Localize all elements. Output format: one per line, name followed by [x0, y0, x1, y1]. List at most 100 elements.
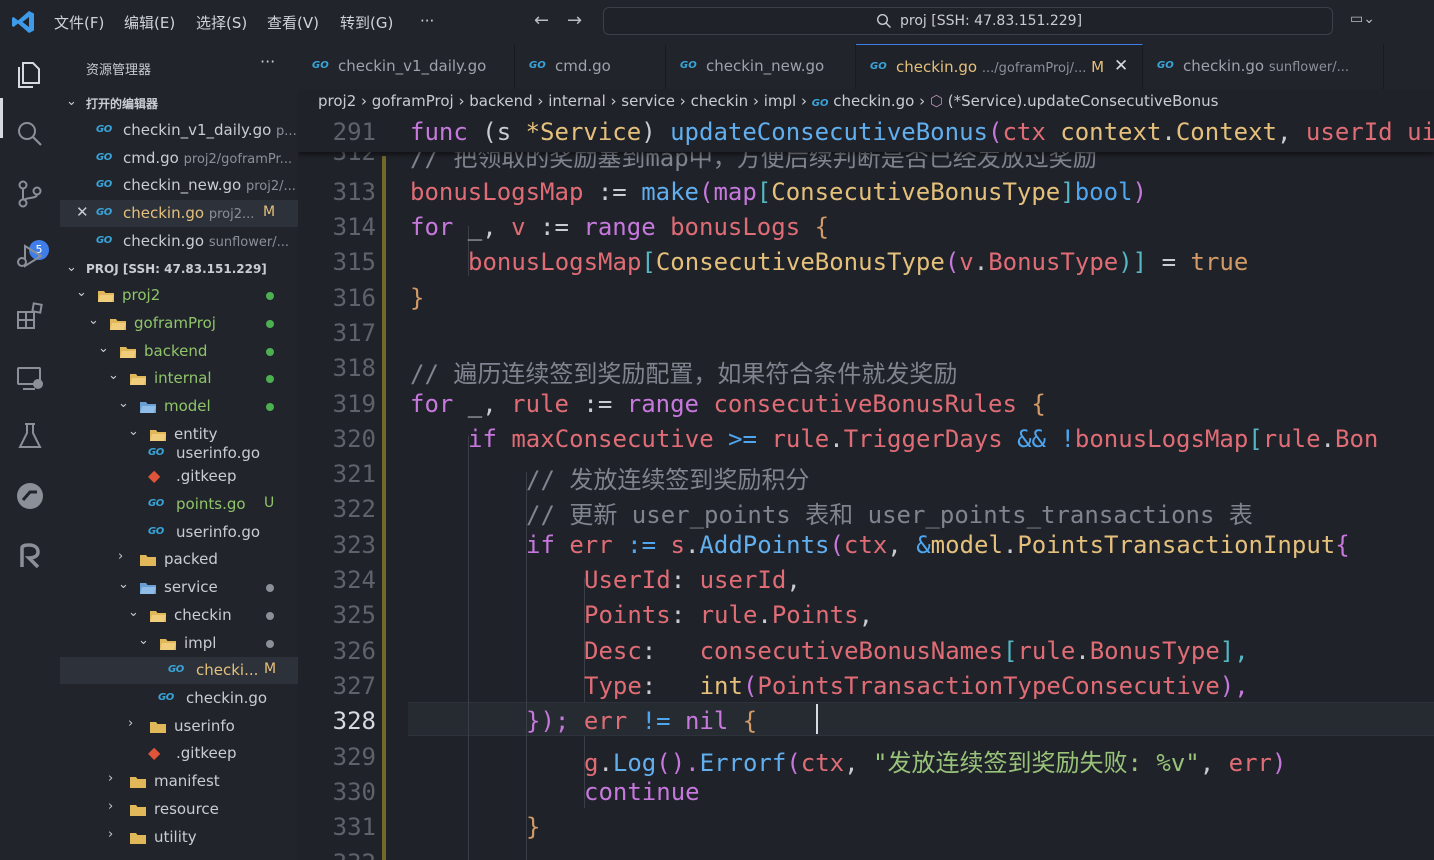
tree-item[interactable]: GO checki... M: [60, 657, 298, 684]
tree-item[interactable]: ⌄ goframProj: [60, 310, 298, 337]
tree-item-label: model: [164, 397, 211, 415]
gitlens-icon[interactable]: [14, 480, 46, 512]
code-line: Type: int(PointsTransactionTypeConsecuti…: [584, 672, 1249, 700]
breadcrumb-item[interactable]: service: [621, 92, 675, 110]
tree-item[interactable]: GO userinfo.go: [60, 519, 298, 546]
open-editor-item[interactable]: GO checkin_new.go proj2/...: [60, 172, 298, 199]
tab-checkin-new[interactable]: GO checkin_new.go: [666, 44, 856, 89]
extensions-icon[interactable]: [14, 300, 46, 332]
tree-item[interactable]: ⌄ proj2: [60, 282, 298, 309]
code-line: if err := s.AddPoints(ctx, &model.Points…: [526, 531, 1350, 559]
tree-item[interactable]: › utility: [60, 824, 298, 851]
sidebar-more-button[interactable]: ···: [260, 52, 275, 71]
breadcrumb-item[interactable]: backend: [469, 92, 532, 110]
open-editors-header[interactable]: 打开的编辑器: [86, 95, 158, 112]
tree-item[interactable]: ⌄ checkin: [60, 602, 298, 629]
menu-edit[interactable]: 编辑(E): [124, 12, 175, 33]
close-tab-icon[interactable]: ✕: [1114, 56, 1128, 76]
breadcrumb-item[interactable]: (*Service).updateConsecutiveBonus: [948, 92, 1219, 110]
tab-checkin-active[interactable]: GO checkin.go .../goframProj/... M ✕: [856, 44, 1143, 90]
tree-item[interactable]: GO points.go U: [60, 491, 298, 518]
code-editor[interactable]: 312// 把领取的奖励塞到map中，方便后续判断是否已经发放过奖励 313 bon…: [298, 116, 1434, 860]
search-view-icon[interactable]: [14, 118, 46, 150]
open-editor-item-active[interactable]: ✕ GO checkin.go proj2... M: [60, 200, 298, 227]
project-header[interactable]: PROJ [SSH: 47.83.151.229]: [86, 262, 267, 276]
chevron-right-icon[interactable]: ›: [108, 799, 113, 814]
chevron-down-icon[interactable]: ⌄: [108, 368, 119, 383]
tree-item[interactable]: ◆ .gitkeep: [60, 463, 298, 490]
sticky-scroll-header[interactable]: 291 func (s *Service) updateConsecutiveB…: [298, 116, 1434, 152]
tree-item-label: manifest: [154, 772, 220, 790]
tab-checkin-v1-daily[interactable]: GO checkin_v1_daily.go: [298, 44, 515, 89]
tree-item[interactable]: › resource: [60, 796, 298, 823]
menu-go[interactable]: 转到(G): [340, 12, 393, 33]
menu-file[interactable]: 文件(F): [54, 12, 104, 33]
tree-item[interactable]: ⌄ impl: [60, 630, 298, 657]
remote-explorer-icon[interactable]: [14, 362, 46, 394]
code-line: Desc: consecutiveBonusNames[rule.BonusTy…: [584, 637, 1249, 665]
git-status-dot: [266, 612, 274, 620]
tree-item-label: checki...: [196, 661, 259, 679]
git-status-dot: [266, 292, 274, 300]
chevron-right-icon[interactable]: ›: [128, 716, 133, 731]
source-control-icon[interactable]: [14, 178, 46, 210]
open-editor-name: checkin.go: [123, 232, 205, 250]
breadcrumb-item[interactable]: proj2: [318, 92, 356, 110]
command-center-search[interactable]: proj [SSH: 47.83.151.229]: [603, 7, 1333, 35]
chevron-down-icon[interactable]: ⌄: [118, 577, 129, 592]
extension-r-icon[interactable]: [14, 540, 46, 572]
chevron-right-icon[interactable]: ›: [108, 827, 113, 842]
tree-item[interactable]: ⌄ internal: [60, 365, 298, 392]
line-number: 326: [332, 637, 376, 665]
menu-selection[interactable]: 选择(S): [196, 12, 247, 33]
tab-checkin-sunflower[interactable]: GO checkin.go sunflower/...: [1143, 44, 1384, 89]
forward-arrow-icon[interactable]: →: [567, 10, 582, 31]
breadcrumb-item[interactable]: internal: [548, 92, 606, 110]
chevron-down-icon[interactable]: ⌄: [128, 424, 139, 439]
open-editor-item[interactable]: GO checkin.go sunflower/...: [60, 228, 298, 255]
breadcrumb-item[interactable]: impl: [764, 92, 796, 110]
text-cursor: [816, 704, 818, 734]
chevron-down-icon[interactable]: ⌄: [138, 633, 149, 648]
open-editor-item[interactable]: GO cmd.go proj2/goframPr...: [60, 145, 298, 172]
back-arrow-icon[interactable]: ←: [534, 10, 549, 31]
chevron-right-icon[interactable]: ›: [108, 771, 113, 786]
open-editor-name: checkin.go: [123, 204, 205, 222]
tree-item-label: backend: [144, 342, 208, 360]
chevron-down-icon[interactable]: ⌄: [66, 94, 77, 109]
go-file-icon: GO: [870, 61, 887, 72]
run-debug-icon[interactable]: [14, 240, 46, 272]
chevron-down-icon[interactable]: ⌄: [98, 341, 109, 356]
copilot-chat-icon[interactable]: ▭⌄: [1350, 11, 1388, 33]
chevron-down-icon[interactable]: ⌄: [128, 605, 139, 620]
chevron-right-icon[interactable]: ›: [118, 549, 123, 564]
tree-item[interactable]: GO checkin.go: [60, 685, 298, 712]
tree-item[interactable]: › userinfo: [60, 713, 298, 740]
line-number: 332: [298, 849, 376, 860]
chevron-down-icon[interactable]: ⌄: [88, 313, 99, 328]
close-icon[interactable]: ✕: [76, 203, 89, 221]
open-editor-item[interactable]: GO checkin_v1_daily.go p...: [60, 117, 298, 144]
tree-item[interactable]: ⌄ model: [60, 393, 298, 420]
menu-more[interactable]: ···: [420, 12, 434, 30]
chevron-down-icon[interactable]: ⌄: [76, 285, 87, 300]
explorer-icon[interactable]: [14, 58, 46, 90]
menu-view[interactable]: 查看(V): [267, 12, 319, 33]
tree-item[interactable]: ◆ .gitkeep: [60, 740, 298, 767]
breadcrumb-item[interactable]: goframProj: [372, 92, 454, 110]
breadcrumb-item[interactable]: checkin: [691, 92, 749, 110]
explorer-sidebar: 资源管理器 ··· ⌄ 打开的编辑器 GO checkin_v1_daily.g…: [60, 44, 298, 860]
breadcrumb-item[interactable]: checkin.go: [833, 92, 914, 110]
go-file-icon: GO: [680, 60, 697, 71]
tab-label: checkin_v1_daily.go: [338, 57, 487, 75]
tree-item[interactable]: › manifest: [60, 768, 298, 795]
git-file-icon: ◆: [148, 466, 161, 485]
testing-icon[interactable]: [14, 420, 46, 452]
chevron-down-icon[interactable]: ⌄: [118, 396, 129, 411]
tree-item[interactable]: › packed: [60, 546, 298, 573]
tab-cmd[interactable]: GO cmd.go: [515, 44, 666, 89]
chevron-down-icon[interactable]: ⌄: [66, 260, 77, 275]
tree-item[interactable]: ⌄ service: [60, 574, 298, 601]
tree-item[interactable]: ⌄ backend: [60, 338, 298, 365]
modified-gutter-bar: [382, 156, 386, 860]
